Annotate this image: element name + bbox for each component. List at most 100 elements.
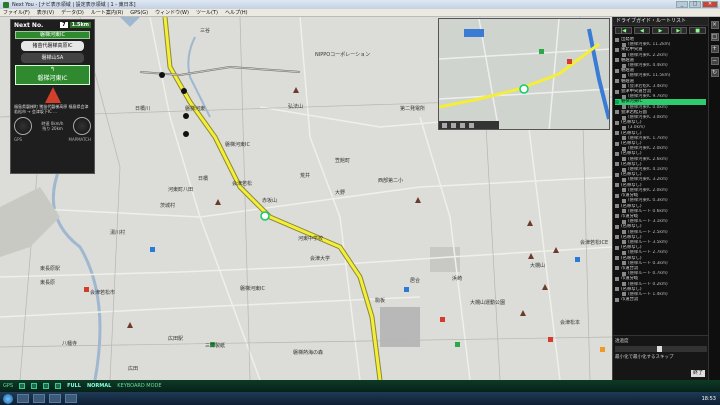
taskbar-item[interactable] [17,394,29,403]
distance-icon [622,219,626,224]
minus-icon[interactable]: − [710,57,719,65]
map-label: 東長原駅 [40,266,61,272]
status-toggle-icon[interactable] [55,383,62,389]
map-label: NIPPOコーポレーション [315,52,371,58]
road-icon [615,256,619,261]
overview-settings-icon[interactable] [469,122,474,128]
distance-icon [622,84,626,89]
road-icon [615,79,619,84]
minimize-skip-checkbox[interactable]: 最小化で最小化するスキップ [615,354,707,360]
stop-button[interactable]: ■ [689,27,706,34]
taskbar-item[interactable] [49,394,61,403]
menu-gps[interactable]: GPS(G) [130,10,148,16]
navigation-panel: Next No. 7 1.5km 磐梯河東IC 猪苗代磐梯高原IC 磐梯山SA … [10,19,95,174]
route-list-item-label: (磐梯河東IC 11.5km) [628,73,671,79]
status-toggle-icon[interactable] [43,383,50,389]
menu-file[interactable]: ファイル(F) [3,9,30,16]
map-view[interactable]: 日橋川 三谷 NIPPOコーポレーション 磐梯河東 弘法山 第二発電所 磐梯河東… [0,17,612,380]
close-icon[interactable]: × [710,21,719,29]
maximize-icon[interactable]: □ [710,33,719,41]
sidebar-close-button[interactable]: 終了 [691,370,705,377]
status-toggle-icon[interactable] [31,383,38,389]
opacity-label: 透過度 [615,339,629,344]
overview-center-icon[interactable] [460,122,465,128]
road-icon [615,58,619,63]
road-icon [615,141,619,146]
road-icon [615,183,619,188]
route-road-2: 磐梯山SA [21,53,84,63]
window-title: Next You - [ナビ表示領域 | 設定表示領域 | 1 - 東日本] [12,2,136,8]
road-icon [615,193,619,198]
road-icon [615,287,619,292]
overview-map[interactable] [438,18,610,130]
map-label: 弘法山 [288,104,304,110]
opacity-slider[interactable] [615,346,707,352]
maximize-button[interactable]: □ [689,1,701,8]
road-icon [615,266,619,271]
road-icon [615,89,619,94]
menu-help[interactable]: ヘルプ(H) [225,9,248,16]
map-label: 浜崎 [452,276,463,282]
map-label: 笠館町 [335,158,351,164]
map-label: 駒板 [375,298,386,304]
distance-icon [622,157,626,162]
menu-window[interactable]: ウィンドウ(W) [155,9,189,16]
play-button[interactable]: ▶ [652,27,669,34]
menu-tools[interactable]: ツール(T) [196,9,218,16]
map-label: 会津松本 [560,320,581,326]
map-label: 広田 [128,366,139,372]
gauge-label-mapmatch: MAPMATCH [68,137,92,142]
road-icon [615,68,619,73]
menu-view[interactable]: 表示(V) [37,9,54,16]
distance-icon [622,73,626,78]
next-number: 7 [60,22,68,28]
distance-icon [622,188,626,193]
status-toggle-icon[interactable] [19,383,26,389]
map-label: 茨城村 [160,203,176,209]
route-list-item[interactable]: 市道合流 [615,297,706,302]
prev-button[interactable]: ◀ [633,27,651,34]
speed-info: 時速 0km/h 残り 20km [42,121,64,131]
overview-zoom-in-icon[interactable] [442,122,447,128]
first-button[interactable]: |◀ [615,27,632,34]
road-icon [615,131,619,136]
app-icon [3,1,9,8]
map-label: 湯川村 [110,230,126,236]
rotate-icon[interactable]: ↻ [710,69,719,77]
taskbar-item[interactable] [65,394,77,403]
menu-route[interactable]: ルート案内(R) [91,9,123,16]
map-label: 東長原 [40,280,56,286]
tool-strip: × □ + − ↻ [708,17,720,380]
map-label: 大槻山運動公園 [470,300,506,306]
road-icon [615,37,619,42]
playback-controls: |◀ ◀ ▶ ▶| ■ [613,26,708,35]
road-icon [615,224,619,229]
road-icon [615,245,619,250]
keyboard-mode: KEYBOARD MODE [117,383,162,389]
close-button[interactable]: ✕ [702,1,718,8]
gauge-label-gps: GPS [14,137,23,142]
minimize-button[interactable]: _ [676,1,688,8]
distance-icon [622,125,626,130]
road-icon [615,151,619,156]
taskbar-item[interactable] [33,394,45,403]
mode-full: FULL [67,383,81,389]
start-button[interactable] [3,393,13,404]
title-bar: Next You - [ナビ表示領域 | 設定表示領域 | 1 - 東日本] _… [0,0,720,9]
distance-icon [622,53,626,58]
overview-toolbar [439,121,499,129]
opacity-slider-handle[interactable] [657,346,663,352]
menu-data[interactable]: データ(D) [61,9,84,16]
menu-bar: ファイル(F) 表示(V) データ(D) ルート案内(R) GPS(G) ウィン… [0,9,720,17]
last-button[interactable]: ▶| [670,27,688,34]
overview-zoom-out-icon[interactable] [451,122,456,128]
map-label: 磐梯河東IC [240,286,265,292]
map-label: 広田駅 [168,336,184,342]
overview-map-canvas [439,19,609,129]
move-icon[interactable]: + [710,45,719,53]
sidebar-title: ドライブガイド・ルートリスト [613,17,708,26]
road-icon [615,235,619,240]
gauges: 時速 0km/h 残り 20km [11,115,94,137]
route-list[interactable]: 出発地 (磐梯河東IC 11.2km) 東北中央道 (磐梯河東IC 2.2km) 磐越道… [613,35,708,335]
vehicle-heading-icon [44,87,61,103]
